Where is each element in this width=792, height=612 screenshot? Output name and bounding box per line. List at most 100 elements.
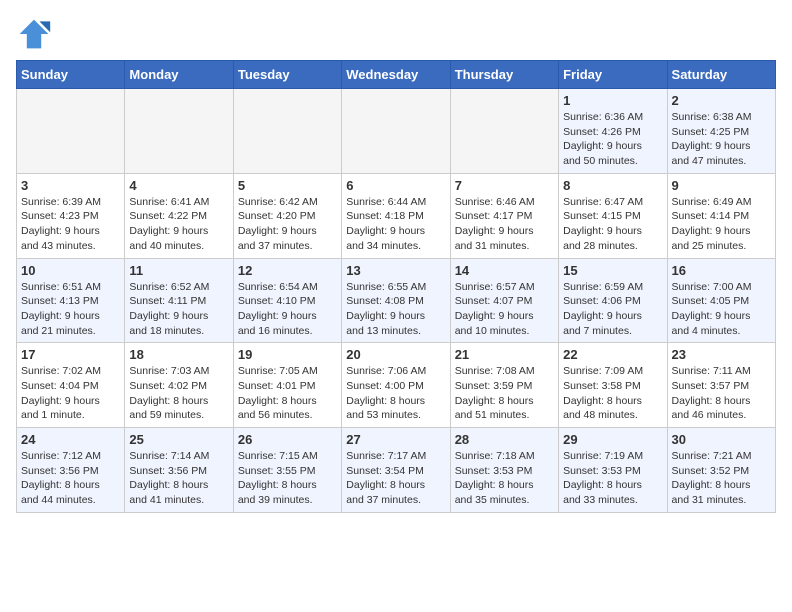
day-info: Sunrise: 6:44 AM Sunset: 4:18 PM Dayligh… xyxy=(346,195,445,254)
day-number: 19 xyxy=(238,347,337,362)
calendar-cell: 8Sunrise: 6:47 AM Sunset: 4:15 PM Daylig… xyxy=(559,173,667,258)
day-number: 17 xyxy=(21,347,120,362)
day-number: 13 xyxy=(346,263,445,278)
day-number: 24 xyxy=(21,432,120,447)
calendar-cell: 4Sunrise: 6:41 AM Sunset: 4:22 PM Daylig… xyxy=(125,173,233,258)
calendar-cell: 21 Sunrise: 7:08 AM Sunset: 3:59 PM Dayli… xyxy=(450,343,558,428)
day-number: 15 xyxy=(563,263,662,278)
header-tuesday: Tuesday xyxy=(233,61,341,89)
header-saturday: Saturday xyxy=(667,61,775,89)
calendar-cell: 22 Sunrise: 7:09 AM Sunset: 3:58 PM Dayli… xyxy=(559,343,667,428)
day-info: Sunrise: 7:11 AM Sunset: 3:57 PM Dayligh… xyxy=(672,364,771,423)
day-info: Sunrise: 7:19 AM Sunset: 3:53 PM Dayligh… xyxy=(563,449,662,508)
calendar-cell: 30 Sunrise: 7:21 AM Sunset: 3:52 PM Dayli… xyxy=(667,428,775,513)
day-number: 22 xyxy=(563,347,662,362)
header-sunday: Sunday xyxy=(17,61,125,89)
calendar-cell: 3 Sunrise: 6:39 AM Sunset: 4:23 PM Daylig… xyxy=(17,173,125,258)
header-monday: Monday xyxy=(125,61,233,89)
calendar-cell: 28 Sunrise: 7:18 AM Sunset: 3:53 PM Dayli… xyxy=(450,428,558,513)
calendar-cell: 18 Sunrise: 7:03 AM Sunset: 4:02 PM Dayli… xyxy=(125,343,233,428)
page-header xyxy=(16,16,776,52)
day-info: Sunrise: 7:15 AM Sunset: 3:55 PM Dayligh… xyxy=(238,449,337,508)
day-number: 20 xyxy=(346,347,445,362)
calendar-cell: 10 Sunrise: 6:51 AM Sunset: 4:13 PM Dayli… xyxy=(17,258,125,343)
day-info: Sunrise: 6:39 AM Sunset: 4:23 PM Dayligh… xyxy=(21,195,120,254)
day-info: Sunrise: 6:54 AM Sunset: 4:10 PM Dayligh… xyxy=(238,280,337,339)
day-number: 6 xyxy=(346,178,445,193)
day-info: Sunrise: 6:36 AM Sunset: 4:26 PM Dayligh… xyxy=(563,110,662,169)
calendar-header-row: SundayMondayTuesdayWednesdayThursdayFrid… xyxy=(17,61,776,89)
day-number: 5 xyxy=(238,178,337,193)
day-number: 12 xyxy=(238,263,337,278)
header-friday: Friday xyxy=(559,61,667,89)
day-number: 4 xyxy=(129,178,228,193)
calendar-table: SundayMondayTuesdayWednesdayThursdayFrid… xyxy=(16,60,776,513)
calendar-cell: 14 Sunrise: 6:57 AM Sunset: 4:07 PM Dayli… xyxy=(450,258,558,343)
calendar-cell: 19 Sunrise: 7:05 AM Sunset: 4:01 PM Dayli… xyxy=(233,343,341,428)
day-info: Sunrise: 7:21 AM Sunset: 3:52 PM Dayligh… xyxy=(672,449,771,508)
day-info: Sunrise: 7:05 AM Sunset: 4:01 PM Dayligh… xyxy=(238,364,337,423)
calendar-week-row: 3 Sunrise: 6:39 AM Sunset: 4:23 PM Daylig… xyxy=(17,173,776,258)
calendar-cell: 29 Sunrise: 7:19 AM Sunset: 3:53 PM Dayli… xyxy=(559,428,667,513)
calendar-cell: 16Sunrise: 7:00 AM Sunset: 4:05 PM Dayli… xyxy=(667,258,775,343)
day-number: 9 xyxy=(672,178,771,193)
day-info: Sunrise: 6:46 AM Sunset: 4:17 PM Dayligh… xyxy=(455,195,554,254)
day-info: Sunrise: 7:00 AM Sunset: 4:05 PM Dayligh… xyxy=(672,280,771,339)
calendar-cell: 23 Sunrise: 7:11 AM Sunset: 3:57 PM Dayli… xyxy=(667,343,775,428)
calendar-cell: 6 Sunrise: 6:44 AM Sunset: 4:18 PM Daylig… xyxy=(342,173,450,258)
calendar-cell: 5 Sunrise: 6:42 AM Sunset: 4:20 PM Daylig… xyxy=(233,173,341,258)
day-number: 25 xyxy=(129,432,228,447)
day-number: 28 xyxy=(455,432,554,447)
calendar-cell: 9 Sunrise: 6:49 AM Sunset: 4:14 PM Daylig… xyxy=(667,173,775,258)
calendar-cell xyxy=(125,89,233,174)
calendar-cell: 1 Sunrise: 6:36 AM Sunset: 4:26 PM Daylig… xyxy=(559,89,667,174)
day-number: 11 xyxy=(129,263,228,278)
day-info: Sunrise: 6:51 AM Sunset: 4:13 PM Dayligh… xyxy=(21,280,120,339)
day-info: Sunrise: 6:57 AM Sunset: 4:07 PM Dayligh… xyxy=(455,280,554,339)
day-number: 1 xyxy=(563,93,662,108)
calendar-cell: 20 Sunrise: 7:06 AM Sunset: 4:00 PM Dayli… xyxy=(342,343,450,428)
calendar-week-row: 10 Sunrise: 6:51 AM Sunset: 4:13 PM Dayli… xyxy=(17,258,776,343)
day-number: 7 xyxy=(455,178,554,193)
day-info: Sunrise: 6:38 AM Sunset: 4:25 PM Dayligh… xyxy=(672,110,771,169)
calendar-cell xyxy=(233,89,341,174)
calendar-cell xyxy=(450,89,558,174)
day-number: 10 xyxy=(21,263,120,278)
calendar-week-row: 24Sunrise: 7:12 AM Sunset: 3:56 PM Dayli… xyxy=(17,428,776,513)
logo-icon xyxy=(16,16,52,52)
header-wednesday: Wednesday xyxy=(342,61,450,89)
day-number: 30 xyxy=(672,432,771,447)
calendar-cell: 11 Sunrise: 6:52 AM Sunset: 4:11 PM Dayli… xyxy=(125,258,233,343)
logo xyxy=(16,16,56,52)
day-info: Sunrise: 6:49 AM Sunset: 4:14 PM Dayligh… xyxy=(672,195,771,254)
day-number: 3 xyxy=(21,178,120,193)
day-number: 23 xyxy=(672,347,771,362)
day-number: 2 xyxy=(672,93,771,108)
day-info: Sunrise: 7:08 AM Sunset: 3:59 PM Dayligh… xyxy=(455,364,554,423)
day-info: Sunrise: 7:06 AM Sunset: 4:00 PM Dayligh… xyxy=(346,364,445,423)
calendar-cell: 25 Sunrise: 7:14 AM Sunset: 3:56 PM Dayli… xyxy=(125,428,233,513)
day-info: Sunrise: 6:55 AM Sunset: 4:08 PM Dayligh… xyxy=(346,280,445,339)
day-info: Sunrise: 7:09 AM Sunset: 3:58 PM Dayligh… xyxy=(563,364,662,423)
calendar-cell: 7 Sunrise: 6:46 AM Sunset: 4:17 PM Daylig… xyxy=(450,173,558,258)
calendar-cell: 2 Sunrise: 6:38 AM Sunset: 4:25 PM Daylig… xyxy=(667,89,775,174)
day-number: 18 xyxy=(129,347,228,362)
day-info: Sunrise: 6:52 AM Sunset: 4:11 PM Dayligh… xyxy=(129,280,228,339)
calendar-cell: 17Sunrise: 7:02 AM Sunset: 4:04 PM Dayli… xyxy=(17,343,125,428)
day-info: Sunrise: 6:42 AM Sunset: 4:20 PM Dayligh… xyxy=(238,195,337,254)
day-number: 29 xyxy=(563,432,662,447)
day-number: 8 xyxy=(563,178,662,193)
calendar-cell: 15 Sunrise: 6:59 AM Sunset: 4:06 PM Dayli… xyxy=(559,258,667,343)
calendar-cell xyxy=(17,89,125,174)
calendar-cell: 26 Sunrise: 7:15 AM Sunset: 3:55 PM Dayli… xyxy=(233,428,341,513)
day-info: Sunrise: 7:18 AM Sunset: 3:53 PM Dayligh… xyxy=(455,449,554,508)
day-info: Sunrise: 6:59 AM Sunset: 4:06 PM Dayligh… xyxy=(563,280,662,339)
day-number: 26 xyxy=(238,432,337,447)
day-info: Sunrise: 7:17 AM Sunset: 3:54 PM Dayligh… xyxy=(346,449,445,508)
calendar-cell xyxy=(342,89,450,174)
day-info: Sunrise: 7:14 AM Sunset: 3:56 PM Dayligh… xyxy=(129,449,228,508)
calendar-cell: 12 Sunrise: 6:54 AM Sunset: 4:10 PM Dayli… xyxy=(233,258,341,343)
day-number: 14 xyxy=(455,263,554,278)
day-number: 21 xyxy=(455,347,554,362)
day-info: Sunrise: 7:03 AM Sunset: 4:02 PM Dayligh… xyxy=(129,364,228,423)
